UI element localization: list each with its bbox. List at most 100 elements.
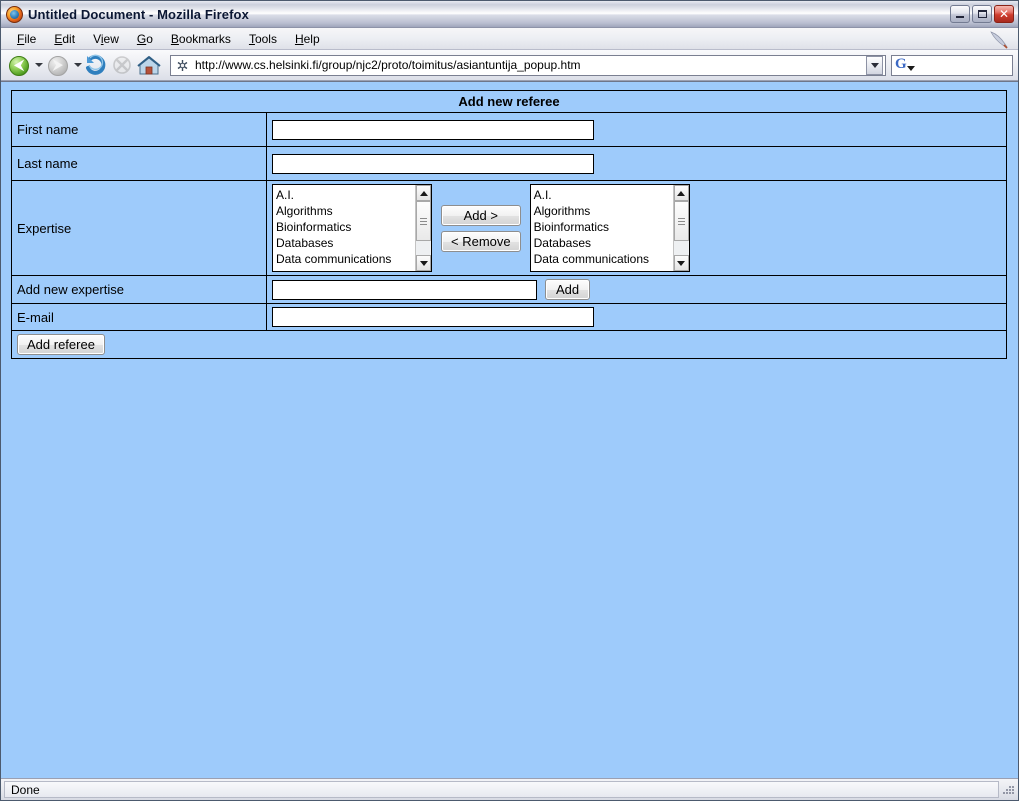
scroll-thumb-grip-icon — [420, 216, 427, 227]
table-row-last-name: Last name — [11, 146, 1007, 181]
table-row-email: E-mail — [11, 303, 1007, 331]
forward-history-dropdown[interactable] — [73, 53, 82, 78]
first-name-cell — [266, 112, 1007, 147]
first-name-label: First name — [11, 112, 267, 147]
menu-label-tools-rest: ools — [254, 31, 277, 46]
forward-arrow-icon: ⮞ — [53, 57, 63, 73]
menu-label-bookmarks-rest: ookmarks — [178, 31, 231, 46]
table-row-header: Add new referee — [11, 90, 1007, 113]
browser-window: Untitled Document - Mozilla Firefox ✕ Fi… — [0, 0, 1019, 801]
scroll-track[interactable] — [673, 201, 689, 255]
table-row-add-new-expertise: Add new expertise Add — [11, 275, 1007, 304]
email-input[interactable] — [272, 307, 594, 327]
navigation-toolbar: ⮜ ⮞ http://www.cs.helsinki.fi/group/njc2… — [1, 50, 1018, 81]
back-button[interactable]: ⮜ — [6, 53, 32, 78]
url-text[interactable]: http://www.cs.helsinki.fi/group/njc2/pro… — [195, 58, 866, 72]
email-label: E-mail — [11, 303, 267, 331]
stop-button[interactable] — [110, 54, 134, 77]
window-title: Untitled Document - Mozilla Firefox — [28, 6, 249, 22]
reload-button[interactable] — [84, 54, 108, 77]
minimize-button[interactable] — [950, 5, 970, 23]
list-item[interactable]: A.I. — [276, 187, 415, 203]
home-button[interactable] — [136, 54, 162, 77]
scroll-down-icon[interactable] — [673, 255, 689, 271]
list-item[interactable]: Algorithms — [534, 203, 673, 219]
available-expertise-items[interactable]: A.I. Algorithms Bioinformatics Databases Dat… — [273, 185, 415, 271]
stop-icon — [113, 55, 131, 74]
menu-item-bookmarks[interactable]: Bookmarks — [162, 30, 240, 48]
back-history-dropdown[interactable] — [34, 53, 43, 78]
last-name-label: Last name — [11, 146, 267, 181]
expertise-label: Expertise — [11, 180, 267, 276]
add-expertise-submit-button[interactable]: Add — [545, 279, 591, 300]
add-referee-button[interactable]: Add referee — [17, 334, 105, 355]
home-icon — [137, 55, 161, 74]
menu-item-edit[interactable]: Edit — [45, 30, 84, 48]
menu-item-view[interactable]: View — [84, 30, 128, 48]
expertise-cell: A.I. Algorithms Bioinformatics Databases Dat… — [266, 180, 1007, 276]
web-page: Add new referee First name Last name Exp… — [1, 90, 1018, 359]
url-bar[interactable]: http://www.cs.helsinki.fi/group/njc2/pro… — [170, 54, 886, 76]
add-new-expertise-input[interactable] — [272, 279, 537, 300]
list-item[interactable]: Algorithms — [276, 203, 415, 219]
menu-label-edit-rest: dit — [62, 31, 76, 46]
search-bar[interactable]: G — [891, 54, 1013, 76]
scroll-thumb[interactable] — [416, 201, 431, 241]
list-item[interactable]: Bioinformatics — [534, 219, 673, 235]
search-engine-dropdown-icon[interactable] — [907, 65, 915, 71]
list-item[interactable]: Data communications — [534, 251, 673, 267]
last-name-input[interactable] — [272, 153, 594, 174]
scroll-thumb[interactable] — [673, 201, 689, 241]
reload-icon — [86, 54, 106, 75]
menu-label-view-rest: ew — [103, 31, 119, 46]
add-referee-form-table: Add new referee First name Last name Exp… — [11, 90, 1007, 359]
menu-item-go[interactable]: Go — [128, 30, 162, 48]
available-listbox-scrollbar[interactable] — [415, 185, 431, 271]
scroll-up-icon[interactable] — [673, 185, 689, 201]
firefox-logo-icon — [6, 5, 23, 23]
scroll-down-icon[interactable] — [416, 255, 431, 271]
status-text: Done — [4, 781, 999, 798]
firefox-throbber-icon — [990, 31, 1008, 49]
menu-label-help-rest: elp — [303, 31, 320, 46]
list-item[interactable]: Databases — [276, 235, 415, 251]
remove-expertise-button[interactable]: < Remove — [441, 230, 521, 252]
available-expertise-listbox[interactable]: A.I. Algorithms Bioinformatics Databases Dat… — [272, 184, 432, 272]
maximize-icon — [973, 6, 991, 22]
add-expertise-button[interactable]: Add > — [441, 204, 521, 226]
table-row-first-name: First name — [11, 112, 1007, 147]
maximize-button[interactable] — [972, 5, 992, 23]
selected-expertise-items[interactable]: A.I. Algorithms Bioinformatics Databases Dat… — [531, 185, 673, 271]
email-cell — [266, 303, 1007, 331]
menu-label-file-rest: ile — [24, 31, 37, 46]
table-row-submit: Add referee — [11, 330, 1007, 359]
table-row-expertise: Expertise A.I. Algorithms Bioinformatics Da… — [11, 180, 1007, 276]
expertise-picker: A.I. Algorithms Bioinformatics Databases Dat… — [272, 184, 1001, 272]
scroll-track[interactable] — [416, 201, 431, 255]
window-controls: ✕ — [950, 5, 1014, 23]
first-name-input[interactable] — [272, 119, 594, 140]
add-new-expertise-label: Add new expertise — [11, 275, 267, 304]
minimize-icon — [951, 6, 969, 22]
list-item[interactable]: Data communications — [276, 251, 415, 267]
list-item[interactable]: A.I. — [534, 187, 673, 203]
back-arrow-icon: ⮜ — [14, 57, 24, 73]
menu-item-file[interactable]: File — [8, 30, 45, 48]
add-new-expertise-cell: Add — [266, 275, 1007, 304]
scroll-up-icon[interactable] — [416, 185, 431, 201]
list-item[interactable]: Bioinformatics — [276, 219, 415, 235]
menu-item-tools[interactable]: Tools — [240, 30, 286, 48]
menu-label-go-rest: o — [146, 31, 153, 46]
forward-button[interactable]: ⮞ — [45, 53, 71, 78]
close-button[interactable]: ✕ — [994, 5, 1014, 23]
url-dropdown-button[interactable] — [866, 55, 883, 75]
list-item[interactable]: Databases — [534, 235, 673, 251]
menu-bar: File Edit View Go Bookmarks Tools Help — [1, 28, 1018, 50]
resize-grip-icon[interactable] — [999, 782, 1015, 798]
menu-item-help[interactable]: Help — [286, 30, 329, 48]
selected-listbox-scrollbar[interactable] — [672, 185, 689, 271]
selected-expertise-listbox[interactable]: A.I. Algorithms Bioinformatics Databases Dat… — [529, 184, 690, 272]
scroll-thumb-grip-icon — [677, 216, 685, 227]
google-g-icon: G — [895, 55, 907, 72]
last-name-cell — [266, 146, 1007, 181]
